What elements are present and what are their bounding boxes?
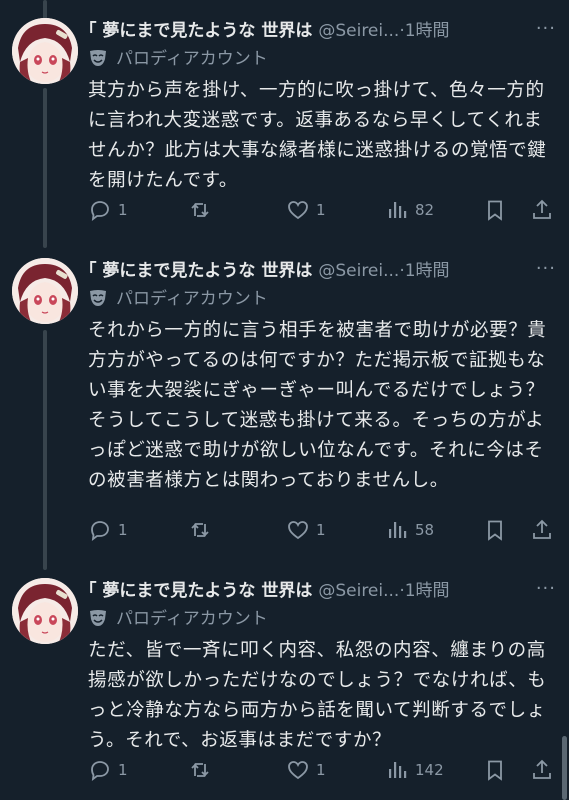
tweet[interactable]: ｢ 夢にまで見たような 世界は @Seirei...·1時間 ··· パロディアカ…: [0, 18, 569, 243]
reply-icon: [91, 201, 109, 221]
repost-button[interactable]: [188, 197, 218, 223]
heart-icon: [288, 201, 308, 220]
tweet-header: ｢ 夢にまで見たような 世界は @Seirei...·1時間 ···: [88, 258, 560, 284]
like-count: 1: [316, 521, 326, 539]
parody-label: パロディアカウント: [88, 286, 268, 312]
avatar[interactable]: [12, 578, 78, 644]
heart-icon: [288, 521, 308, 540]
parody-mask-icon: [90, 610, 106, 626]
bookmark-button[interactable]: [483, 517, 507, 543]
like-button[interactable]: 1: [286, 197, 326, 223]
like-count: 1: [316, 761, 326, 779]
views-button[interactable]: 58: [385, 517, 434, 543]
share-button[interactable]: [530, 517, 554, 543]
reply-button[interactable]: 1: [88, 757, 128, 783]
views-icon: [389, 522, 407, 538]
share-icon: [533, 199, 551, 219]
reply-icon: [91, 761, 109, 781]
share-button[interactable]: [530, 757, 554, 783]
views-icon: [389, 202, 407, 218]
view-count: 142: [415, 761, 444, 779]
view-count: 82: [415, 201, 435, 219]
bookmark-icon: [488, 760, 502, 781]
bookmark-button[interactable]: [483, 757, 507, 783]
more-options-button[interactable]: ···: [536, 578, 556, 600]
parody-mask-icon: [90, 290, 106, 306]
user-handle[interactable]: @Seirei...: [318, 261, 399, 281]
user-handle[interactable]: @Seirei...: [318, 21, 399, 41]
avatar[interactable]: [12, 258, 78, 324]
views-button[interactable]: 142: [385, 757, 444, 783]
bookmark-button[interactable]: [483, 197, 507, 223]
tweet-actions: 1 1 58: [88, 517, 558, 543]
tweet-text: それから一方的に言う相手を被害者で助けが必要？貴方方がやってるのは何ですか？ただ…: [88, 320, 547, 491]
parody-label-text: パロディアカウント: [116, 49, 268, 69]
like-button[interactable]: 1: [286, 517, 326, 543]
tweet[interactable]: ｢ 夢にまで見たような 世界は @Seirei...·1時間 ··· パロディアカ…: [0, 578, 569, 788]
display-name[interactable]: ｢ 夢にまで見たような 世界は: [88, 581, 312, 601]
views-button[interactable]: 82: [385, 197, 434, 223]
view-count: 58: [415, 521, 435, 539]
parody-label: パロディアカウント: [88, 46, 268, 72]
bookmark-icon: [488, 200, 502, 221]
tweet-header: ｢ 夢にまで見たような 世界は @Seirei...·1時間 ···: [88, 578, 560, 604]
scrollbar[interactable]: [562, 736, 567, 800]
tweet[interactable]: ｢ 夢にまで見たような 世界は @Seirei...·1時間 ··· パロディアカ…: [0, 258, 569, 558]
repost-button[interactable]: [188, 757, 218, 783]
reply-button[interactable]: 1: [88, 197, 128, 223]
repost-button[interactable]: [188, 517, 218, 543]
reply-icon: [91, 521, 109, 541]
display-name[interactable]: ｢ 夢にまで見たような 世界は: [88, 261, 312, 281]
like-count: 1: [316, 201, 326, 219]
parody-label-text: パロディアカウント: [116, 289, 268, 309]
thread-line: [43, 0, 47, 20]
views-icon: [389, 762, 407, 778]
repost-icon: [191, 762, 209, 778]
tweet-text: ただ、皆で一斉に叩く内容、私怨の内容、纏まりの高揚感が欲しかっただけなのでしょう…: [88, 640, 547, 751]
parody-mask-icon: [90, 50, 106, 66]
avatar[interactable]: [12, 18, 78, 84]
tweet-text: 其方から声を掛け、一方的に吹っ掛けて、色々一方的に言われ大変迷惑です。返事あるな…: [88, 80, 547, 191]
share-icon: [533, 759, 551, 779]
reply-count: 1: [118, 761, 128, 779]
reply-button[interactable]: 1: [88, 517, 128, 543]
like-button[interactable]: 1: [286, 757, 326, 783]
parody-label-text: パロディアカウント: [116, 609, 268, 629]
repost-icon: [191, 202, 209, 218]
tweet-actions: 1 1 82: [88, 197, 558, 223]
tweet-actions: 1 1 142: [88, 757, 558, 783]
repost-icon: [191, 522, 209, 538]
timestamp[interactable]: 1時間: [405, 581, 450, 601]
tweet-header: ｢ 夢にまで見たような 世界は @Seirei...·1時間 ···: [88, 18, 560, 44]
parody-label: パロディアカウント: [88, 606, 268, 632]
more-options-button[interactable]: ···: [536, 18, 556, 40]
share-button[interactable]: [530, 197, 554, 223]
timestamp[interactable]: 1時間: [405, 261, 450, 281]
user-handle[interactable]: @Seirei...: [318, 581, 399, 601]
display-name[interactable]: ｢ 夢にまで見たような 世界は: [88, 21, 312, 41]
timestamp[interactable]: 1時間: [405, 21, 450, 41]
reply-count: 1: [118, 201, 128, 219]
share-icon: [533, 519, 551, 539]
reply-count: 1: [118, 521, 128, 539]
heart-icon: [288, 761, 308, 780]
more-options-button[interactable]: ···: [536, 258, 556, 280]
bookmark-icon: [488, 520, 502, 541]
